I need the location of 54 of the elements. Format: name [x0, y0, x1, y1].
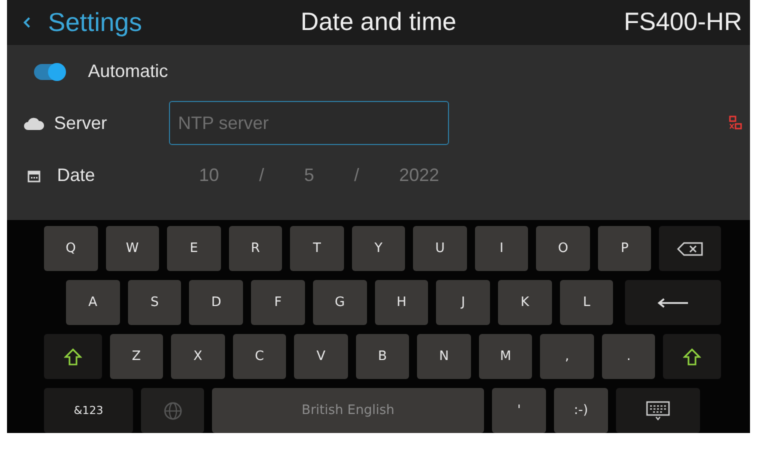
key[interactable]: M — [478, 334, 532, 379]
key[interactable]: U — [413, 226, 467, 271]
key[interactable]: K — [498, 280, 552, 325]
date-separator: / — [259, 165, 264, 186]
key[interactable]: . — [602, 334, 656, 379]
key[interactable]: N — [417, 334, 471, 379]
key[interactable]: S — [128, 280, 182, 325]
keyboard-icon — [646, 400, 670, 420]
key[interactable]: Q — [44, 226, 98, 271]
key[interactable]: G — [312, 280, 367, 325]
key[interactable]: I — [474, 226, 528, 271]
key[interactable]: L — [560, 280, 614, 325]
chevron-left-icon — [23, 16, 32, 29]
shift-arrow-icon — [683, 348, 702, 366]
hide-keyboard-key[interactable] — [616, 388, 700, 433]
automatic-toggle[interactable] — [34, 64, 64, 80]
server-field[interactable]: NTP server — [169, 101, 450, 146]
key[interactable]: O — [536, 226, 590, 271]
key[interactable]: C — [232, 334, 286, 379]
key[interactable]: X — [171, 334, 225, 379]
key[interactable]: V — [294, 334, 348, 379]
key[interactable]: H — [374, 280, 428, 325]
key[interactable]: P — [598, 226, 652, 271]
key[interactable]: T — [290, 226, 344, 271]
shift-key[interactable] — [663, 334, 721, 379]
key[interactable]: :-) — [554, 388, 608, 433]
automatic-label: Automatic — [88, 61, 168, 82]
backspace-key[interactable] — [659, 226, 721, 271]
backspace-icon — [677, 242, 704, 256]
key[interactable]: R — [228, 226, 282, 271]
enter-arrow-icon — [657, 298, 690, 308]
date-label: Date — [57, 165, 96, 186]
key[interactable]: B — [356, 334, 410, 379]
page-title: Date and time — [300, 8, 456, 37]
key[interactable]: F — [251, 280, 305, 325]
key[interactable]: ' — [492, 388, 546, 433]
key[interactable]: Y — [352, 226, 406, 271]
shift-arrow-icon — [64, 348, 82, 366]
key[interactable]: D — [189, 280, 244, 325]
device-name: FS400-HR — [624, 8, 742, 37]
key[interactable]: J — [436, 280, 490, 325]
key[interactable]: , — [540, 334, 594, 379]
shift-key[interactable] — [44, 334, 102, 379]
calendar-icon — [27, 168, 41, 183]
globe-icon — [162, 400, 182, 420]
key[interactable]: E — [167, 226, 221, 271]
cloud-icon — [24, 116, 44, 130]
key[interactable]: A — [66, 280, 120, 325]
back-button[interactable]: Settings — [23, 6, 142, 38]
date-separator: / — [354, 165, 360, 186]
key[interactable]: W — [106, 226, 160, 271]
server-label: Server — [54, 112, 108, 134]
symbols-key[interactable]: &123 — [44, 388, 133, 433]
key[interactable]: Z — [110, 334, 164, 379]
